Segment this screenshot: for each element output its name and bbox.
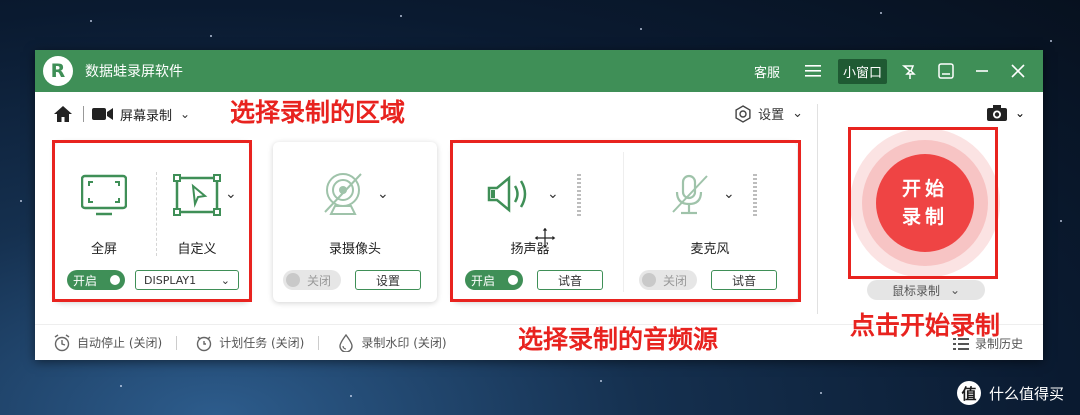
close-icon[interactable] [1007, 60, 1029, 82]
webcam-settings-button[interactable]: 设置 [355, 270, 421, 290]
record-mode-value: 鼠标录制 [891, 283, 940, 298]
auto-stop-label: 自动停止 (关闭) [77, 336, 163, 350]
gear-icon [735, 104, 751, 123]
section-divider [817, 104, 818, 314]
minimize-icon[interactable] [935, 60, 957, 82]
annotation-select-audio: 选择录制的音频源 [518, 325, 719, 354]
watermark-button[interactable]: 录制水印 (关闭) [337, 333, 447, 352]
toolbar-separator [83, 106, 84, 122]
webcam-panel: ⌄ 录摄像头 关闭 设置 [273, 142, 437, 302]
chevron-down-icon: ⌄ [949, 283, 961, 297]
annotation-box-audio [450, 140, 801, 302]
mini-window-button[interactable]: 小窗口 [837, 58, 887, 84]
webcam-label: 录摄像头 [328, 242, 381, 257]
schedule-task-button[interactable]: 计划任务 (关闭) [195, 334, 304, 352]
menu-icon[interactable] [802, 60, 824, 82]
schedule-task-label: 计划任务 (关闭) [219, 336, 305, 350]
site-logo-icon: 值 [956, 381, 981, 405]
annotation-select-area: 选择录制的区域 [230, 98, 406, 127]
camera-icon [986, 105, 1007, 121]
site-watermark: 值 什么值得买 [956, 381, 1064, 405]
webcam-off-icon[interactable] [321, 172, 367, 222]
watermark-label: 录制水印 (关闭) [361, 336, 447, 350]
customer-service-link[interactable]: 客服 [754, 62, 780, 81]
site-watermark-text: 什么值得买 [988, 384, 1064, 403]
annotation-box-area [52, 140, 252, 302]
alarm-clock-icon [54, 333, 70, 351]
record-mode-select[interactable]: 鼠标录制 ⌄ [867, 280, 985, 300]
home-icon[interactable] [53, 104, 73, 124]
toggle-label: 关闭 [307, 273, 332, 288]
pin-icon[interactable] [899, 60, 921, 82]
settings-button[interactable]: 设置 ⌄ [734, 104, 803, 123]
app-title: 数据蛙录屏软件 [85, 64, 183, 80]
dash-icon[interactable] [971, 60, 993, 82]
chevron-down-icon: ⌄ [792, 106, 803, 121]
annotation-click-start: 点击开始录制 [850, 311, 1001, 340]
annotation-box-start [848, 127, 998, 279]
water-drop-icon [339, 333, 354, 352]
chevron-down-icon[interactable]: ⌄ [377, 186, 389, 202]
webcam-toggle[interactable]: 关闭 [283, 270, 341, 290]
video-camera-icon [92, 104, 114, 124]
title-bar: R 数据蛙录屏软件 客服 小窗口 [35, 50, 1043, 92]
bottom-separator [318, 335, 320, 350]
bottom-separator [176, 335, 178, 350]
auto-stop-button[interactable]: 自动停止 (关闭) [53, 333, 163, 352]
screenshot-button[interactable]: ⌄ [986, 105, 1025, 121]
chevron-down-icon: ⌄ [1014, 106, 1025, 120]
settings-label: 设置 [758, 108, 785, 123]
toggle-knob [286, 273, 300, 287]
recording-mode-label[interactable]: 屏幕录制 [120, 105, 172, 124]
app-logo-icon: R [43, 56, 73, 86]
timer-icon [196, 336, 212, 351]
chevron-down-icon[interactable]: ⌄ [180, 107, 190, 121]
